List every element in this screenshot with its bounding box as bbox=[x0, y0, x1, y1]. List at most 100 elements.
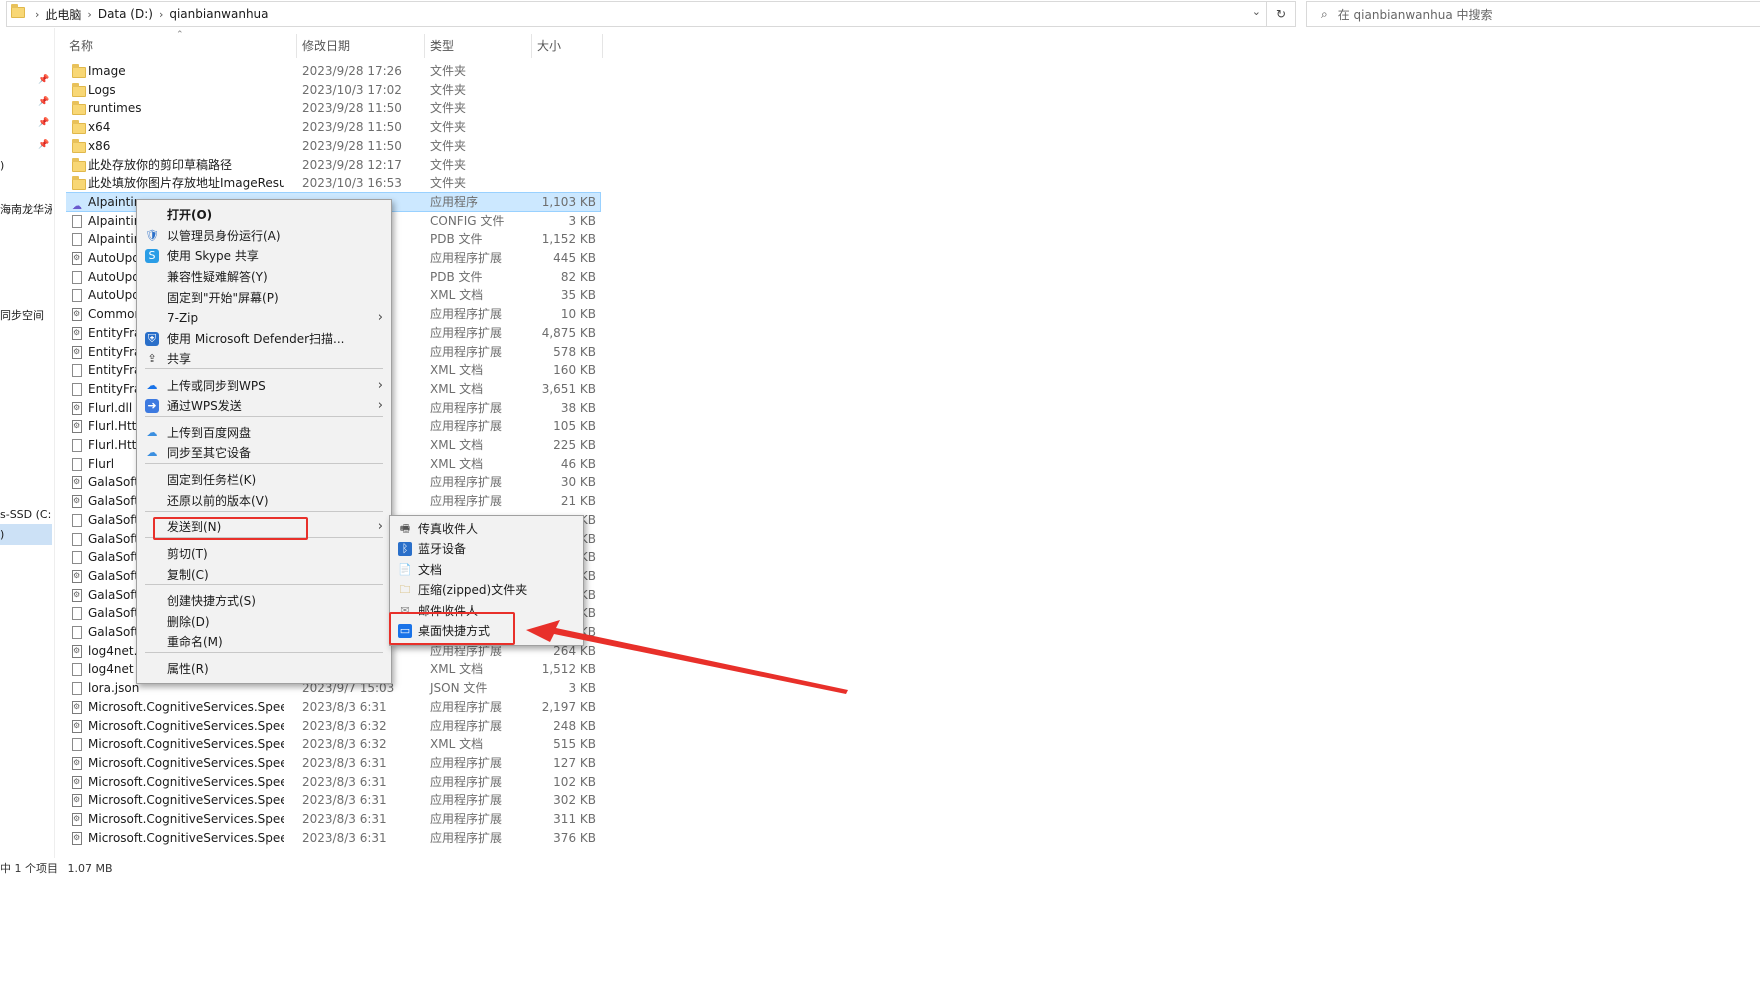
document-icon: 📄 bbox=[398, 563, 412, 576]
column-divider[interactable] bbox=[531, 34, 532, 58]
chevron-right-icon: › bbox=[377, 378, 383, 393]
breadcrumb-this-pc[interactable]: 此电脑 bbox=[41, 6, 85, 23]
menu-item-label: 上传或同步到WPS bbox=[167, 379, 266, 393]
file-row[interactable]: Microsoft.CognitiveServices.Speech.e... 2… bbox=[66, 773, 600, 791]
file-date: 2023/8/3 6:31 bbox=[302, 774, 387, 789]
file-date: 2023/10/3 16:53 bbox=[302, 176, 402, 191]
menu-item-15[interactable]: 剪切(T) bbox=[137, 544, 391, 564]
send-to-item-1[interactable]: ᛒ 蓝牙设备 bbox=[390, 539, 583, 559]
menu-item-1[interactable]: 🛡 以管理员身份运行(A) bbox=[137, 226, 391, 246]
file-name: Microsoft.CognitiveServices.Speech.e... bbox=[88, 774, 284, 789]
column-divider[interactable] bbox=[602, 34, 603, 58]
menu-item-label: 属性(R) bbox=[167, 662, 209, 676]
file-size: 4,875 KB bbox=[541, 325, 596, 340]
column-divider[interactable] bbox=[424, 34, 425, 58]
file-date: 2023/9/28 11:50 bbox=[302, 101, 402, 116]
menu-item-3[interactable]: 兼容性疑难解答(Y) bbox=[137, 267, 391, 287]
send-to-item-3[interactable]: 🗀 压缩(zipped)文件夹 bbox=[390, 580, 583, 600]
file-row[interactable]: Microsoft.CognitiveServices.Speech.e... 2… bbox=[66, 754, 600, 772]
file-row[interactable]: Microsoft.CognitiveServices.Speech.e... 2… bbox=[66, 810, 600, 828]
file-size: 30 KB bbox=[560, 475, 596, 490]
menu-item-12[interactable]: 固定到任务栏(K) bbox=[137, 470, 391, 490]
column-header-size[interactable]: 大小 bbox=[537, 34, 561, 58]
menu-item-label: 同步至其它设备 bbox=[167, 446, 252, 460]
chevron-down-icon[interactable]: ⌄ bbox=[1252, 5, 1261, 18]
menu-item-0[interactable]: 打开(O) bbox=[137, 205, 391, 225]
file-row[interactable]: Microsoft.CognitiveServices.Speech.e... 2… bbox=[66, 829, 600, 847]
file-type: 应用程序扩展 bbox=[430, 494, 503, 509]
zip-folder-icon: 🗀 bbox=[399, 583, 411, 596]
annotation-box-desktop-shortcut bbox=[389, 612, 515, 645]
menu-item-9[interactable]: ➜ 通过WPS发送 › bbox=[137, 396, 391, 416]
status-selected-count: 中 1 个项目 bbox=[0, 862, 58, 875]
nav-item[interactable]: 同步空间 bbox=[0, 307, 44, 323]
nav-item[interactable]: ) bbox=[0, 159, 4, 172]
send-to-item-0[interactable]: 🖷 传真收件人 bbox=[390, 519, 583, 539]
nav-item[interactable]: 海南龙华泳 bbox=[0, 201, 52, 217]
chevron-right-icon: › bbox=[158, 7, 164, 21]
status-bar: 中 1 个项目 1.07 MB bbox=[0, 860, 600, 876]
file-type: XML 文档 bbox=[430, 381, 484, 396]
file-row[interactable]: Microsoft.CognitiveServices.Speech.c... 2… bbox=[66, 717, 600, 735]
menu-item-5[interactable]: 7-Zip › bbox=[137, 308, 391, 328]
nav-item-d-drive[interactable]: ) bbox=[0, 528, 4, 541]
file-type: 应用程序扩展 bbox=[430, 400, 503, 415]
file-type: 应用程序扩展 bbox=[430, 699, 503, 714]
file-size: 515 KB bbox=[553, 737, 596, 752]
column-header-date[interactable]: 修改日期 bbox=[302, 34, 350, 58]
send-to-item-2[interactable]: 📄 文档 bbox=[390, 560, 583, 580]
menu-item-13[interactable]: 还原以前的版本(V) bbox=[137, 491, 391, 511]
file-row[interactable]: Image 2023/9/28 17:26 文件夹 bbox=[66, 62, 600, 80]
nav-selected-item[interactable] bbox=[0, 524, 52, 545]
column-divider[interactable] bbox=[296, 34, 297, 58]
file-type: 应用程序扩展 bbox=[430, 251, 503, 265]
menu-item-18[interactable]: 删除(D) bbox=[137, 612, 391, 632]
menu-item-10[interactable]: ☁ 上传到百度网盘 bbox=[137, 423, 391, 443]
menu-item-4[interactable]: 固定到"开始"屏幕(P) bbox=[137, 288, 391, 308]
menu-item-16[interactable]: 复制(C) bbox=[137, 565, 391, 585]
file-row[interactable]: runtimes 2023/9/28 11:50 文件夹 bbox=[66, 99, 600, 117]
file-row[interactable]: Logs 2023/10/3 17:02 文件夹 bbox=[66, 81, 600, 99]
pin-icon[interactable]: 📌 bbox=[38, 140, 49, 150]
cloud-icon: ☁ bbox=[146, 379, 158, 392]
pin-icon[interactable]: 📌 bbox=[38, 75, 49, 85]
menu-item-2[interactable]: S 使用 Skype 共享 bbox=[137, 246, 391, 266]
file-row[interactable]: 此处存放你的剪印草稿路径 2023/9/28 12:17 文件夹 bbox=[66, 156, 600, 174]
file-row[interactable]: Microsoft.CognitiveServices.Speech.c... 2… bbox=[66, 735, 600, 753]
file-row[interactable]: 此处填放你图片存放地址ImageResult 2023/10/3 16:53 文件夹 bbox=[66, 174, 600, 192]
menu-item-6[interactable]: ⛨ 使用 Microsoft Defender扫描... bbox=[137, 329, 391, 349]
menu-item-8[interactable]: ☁ 上传或同步到WPS › bbox=[137, 376, 391, 396]
menu-item-19[interactable]: 重命名(M) bbox=[137, 632, 391, 652]
menu-separator bbox=[145, 652, 383, 653]
menu-item-17[interactable]: 创建快捷方式(S) bbox=[137, 591, 391, 611]
file-type: 应用程序 bbox=[430, 194, 479, 209]
address-bar[interactable]: › 此电脑 › Data (D:) › qianbianwanhua ⌄ ↻ bbox=[6, 1, 1296, 27]
file-size: 1,512 KB bbox=[541, 662, 596, 677]
file-row[interactable]: x64 2023/9/28 11:50 文件夹 bbox=[66, 118, 600, 136]
pin-icon[interactable]: 📌 bbox=[38, 97, 49, 107]
file-size: 1,103 KB bbox=[541, 194, 596, 209]
search-input[interactable]: 在 qianbianwanhua 中搜索 bbox=[1338, 6, 1493, 23]
breadcrumb-current-folder[interactable]: qianbianwanhua bbox=[165, 7, 272, 21]
menu-item-11[interactable]: ☁ 同步至其它设备 bbox=[137, 443, 391, 463]
column-header-type[interactable]: 类型 bbox=[430, 34, 454, 58]
file-date: 2023/8/3 6:31 bbox=[302, 793, 387, 808]
pin-icon[interactable]: 📌 bbox=[38, 118, 49, 128]
menu-item-label: 还原以前的版本(V) bbox=[167, 494, 269, 508]
file-row[interactable]: x86 2023/9/28 11:50 文件夹 bbox=[66, 137, 600, 155]
nav-item-c-drive[interactable]: s-SSD (C:) bbox=[0, 508, 52, 521]
menu-item-20[interactable]: 属性(R) bbox=[137, 659, 391, 679]
refresh-icon[interactable]: ↻ bbox=[1266, 2, 1295, 26]
menu-item-7[interactable]: ⇪ 共享 bbox=[137, 349, 391, 369]
file-size: 38 KB bbox=[560, 400, 596, 415]
pane-divider[interactable] bbox=[54, 28, 55, 858]
file-name: Microsoft.CognitiveServices.Speech.c... bbox=[88, 737, 284, 752]
file-row[interactable]: Microsoft.CognitiveServices.Speech.c... 2… bbox=[66, 698, 600, 716]
column-header-name[interactable]: 名称 bbox=[69, 34, 93, 58]
file-type: 应用程序扩展 bbox=[430, 325, 503, 340]
search-box[interactable]: ⌕ 在 qianbianwanhua 中搜索 bbox=[1306, 1, 1760, 27]
file-row[interactable]: Microsoft.CognitiveServices.Speech.e... 2… bbox=[66, 791, 600, 809]
breadcrumb-data-drive[interactable]: Data (D:) bbox=[94, 7, 157, 21]
file-type: 应用程序扩展 bbox=[430, 344, 503, 359]
file-size: 160 KB bbox=[553, 363, 596, 378]
